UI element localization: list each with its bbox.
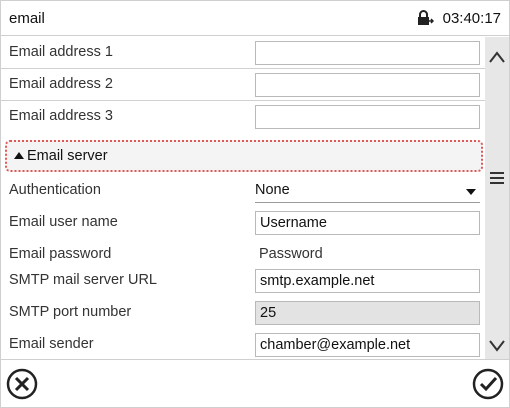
row-email-sender: Email sender chamber@example.net — [1, 329, 485, 359]
row-authentication: Authentication None — [1, 175, 485, 207]
email-settings-window: email 03:40:17 Email address 1 Email add… — [0, 0, 510, 408]
email-address-1-label: Email address 1 — [9, 44, 113, 60]
email-user-name-input[interactable]: Username — [255, 211, 480, 235]
section-email-server-label: Email server — [27, 148, 108, 164]
dropdown-arrow-icon — [466, 189, 476, 195]
circle-x-icon[interactable] — [5, 367, 39, 401]
email-address-2-label: Email address 2 — [9, 76, 113, 92]
smtp-port-input[interactable]: 25 — [255, 301, 480, 325]
email-password-label: Email password — [9, 246, 112, 262]
row-email-address-3: Email address 3 — [1, 101, 485, 133]
scrollbar[interactable] — [485, 37, 509, 359]
email-sender-input[interactable]: chamber@example.net — [255, 333, 480, 357]
clock: 03:40:17 — [442, 10, 501, 27]
smtp-url-label: SMTP mail server URL — [9, 272, 157, 288]
hamburger-icon[interactable] — [485, 163, 509, 193]
settings-list: Email address 1 Email address 2 Email ad… — [1, 37, 485, 359]
chevron-down-icon[interactable] — [485, 331, 509, 359]
row-email-user-name: Email user name Username — [1, 207, 485, 239]
smtp-url-input[interactable]: smtp.example.net — [255, 269, 480, 293]
email-address-3-label: Email address 3 — [9, 108, 113, 124]
row-smtp-url: SMTP mail server URL smtp.example.net — [1, 265, 485, 297]
row-email-address-2: Email address 2 — [1, 69, 485, 101]
email-address-3-input[interactable] — [255, 105, 480, 129]
collapse-triangle-icon — [14, 152, 24, 159]
email-password-input[interactable]: Password — [259, 246, 323, 262]
padlock-icon — [416, 10, 435, 26]
window-title: email — [9, 10, 45, 27]
authentication-value: None — [255, 182, 290, 198]
authentication-label: Authentication — [9, 182, 101, 198]
action-bar — [1, 359, 509, 407]
smtp-port-label: SMTP port number — [9, 304, 132, 320]
section-email-server[interactable]: Email server — [5, 140, 483, 172]
chevron-up-icon[interactable] — [485, 43, 509, 71]
row-smtp-port: SMTP port number 25 — [1, 297, 485, 329]
authentication-dropdown[interactable]: None — [255, 179, 480, 203]
email-address-1-input[interactable] — [255, 41, 480, 65]
row-email-address-1: Email address 1 — [1, 37, 485, 69]
email-sender-label: Email sender — [9, 336, 94, 352]
title-bar: email 03:40:17 — [1, 1, 509, 36]
email-user-name-label: Email user name — [9, 214, 118, 230]
circle-check-icon[interactable] — [471, 367, 505, 401]
email-address-2-input[interactable] — [255, 73, 480, 97]
